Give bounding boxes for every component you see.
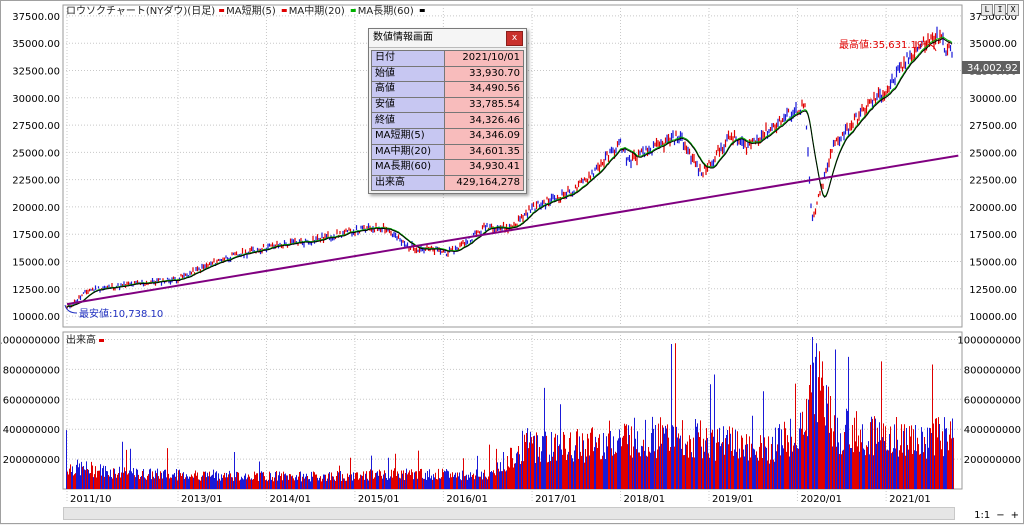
- popup-row-value: 33,785.54: [444, 96, 524, 114]
- popup-row: 安値 33,785.54: [371, 96, 524, 114]
- popup-close-button[interactable]: x: [506, 31, 523, 46]
- x-axis-label: 2018/01: [624, 494, 666, 505]
- price-ytick-label-left: 15000.00: [12, 258, 60, 269]
- x-axis-label: 2016/01: [446, 494, 488, 505]
- popup-row-value: 34,490.56: [444, 81, 524, 98]
- volume-ytick-label-right: 400000000: [964, 425, 1021, 436]
- popup-row-value: 2021/10/01: [444, 50, 524, 67]
- price-ytick-label-left: 12500.00: [12, 285, 60, 296]
- popup-row: MA中期(20) 34,601.35: [371, 143, 524, 161]
- x-axis-label: 2019/01: [712, 494, 754, 505]
- popup-row-label: MA中期(20): [371, 143, 445, 161]
- x-axis-label: 2020/01: [800, 494, 842, 505]
- popup-row-label: 始値: [371, 65, 445, 83]
- zoom-ratio: 1:1: [974, 510, 991, 521]
- popup-row: 出来高 429,164,278: [371, 174, 524, 192]
- zoom-controls: 1:1 − +: [974, 510, 1019, 521]
- volume-ytick-label-right: 200000000: [964, 455, 1021, 466]
- price-ytick-label-right: 35000.00: [969, 39, 1017, 50]
- legend-marker: [419, 9, 425, 12]
- popup-row-label: 終値: [371, 112, 445, 129]
- price-ytick-label-right: 20000.00: [969, 203, 1017, 214]
- popup-row-label: 出来高: [371, 174, 445, 192]
- popup-row-value: 33,930.70: [444, 65, 524, 83]
- popup-row: 高値 34,490.56: [371, 81, 524, 98]
- price-ytick-label-left: 10000.00: [12, 312, 60, 323]
- popup-row-label: 高値: [371, 81, 445, 98]
- x-axis-label: 2015/01: [358, 494, 400, 505]
- volume-ytick-label-left: 800000000: [3, 365, 60, 376]
- popup-row-value: 34,930.41: [444, 159, 524, 176]
- popup-row-value: 34,326.46: [444, 112, 524, 129]
- price-ytick-label-left: 27500.00: [12, 121, 60, 132]
- price-ytick-label-right: 25000.00: [969, 148, 1017, 159]
- popup-title-bar[interactable]: 数値情報画面 x: [369, 29, 526, 48]
- zoom-out-button[interactable]: −: [996, 510, 1004, 521]
- zoom-in-button[interactable]: +: [1011, 510, 1019, 521]
- x-axis-label: 2021/01: [889, 494, 931, 505]
- low-annotation: 最安値:10,738.10: [79, 307, 163, 320]
- price-ytick-label-right: 27500.00: [969, 121, 1017, 132]
- price-ytick-label-right: 12500.00: [969, 285, 1017, 296]
- price-ytick-label-left: 22500.00: [12, 176, 60, 187]
- legend-marker: [350, 9, 356, 12]
- popup-row: 始値 33,930.70: [371, 65, 524, 83]
- price-ytick-label-right: 10000.00: [969, 312, 1017, 323]
- legend-marker: [281, 9, 287, 12]
- window-button-l[interactable]: L: [981, 4, 993, 16]
- last-price-label: 34,002.92: [967, 63, 1018, 74]
- value-info-popup[interactable]: 数値情報画面 x 日付 2021/10/01 始値 33,930.70 高値 34,490…: [368, 28, 527, 195]
- price-ytick-label-left: 37500.00: [12, 12, 60, 23]
- price-ytick-label-left: 35000.00: [12, 39, 60, 50]
- volume-ytick-label-right: 600000000: [964, 395, 1021, 406]
- popup-values-table: 日付 2021/10/01 始値 33,930.70 高値 34,490.56 安値 33,7…: [371, 50, 524, 192]
- price-ytick-label-right: 30000.00: [969, 94, 1017, 105]
- popup-row-value: 34,601.35: [444, 143, 524, 161]
- volume-ytick-label-right: 1000000000: [957, 335, 1021, 346]
- volume-ytick-label-left: 1000000000: [1, 335, 60, 346]
- window-close-button[interactable]: X: [1007, 4, 1019, 16]
- price-ytick-label-left: 20000.00: [12, 203, 60, 214]
- volume-ytick-label-left: 400000000: [3, 425, 60, 436]
- chart-window: 37500.00 35000.00 32500.00 30000.00 27500.00…: [0, 0, 1024, 524]
- high-annotation: 最高値:35,631.19: [839, 38, 923, 51]
- popup-row-value: 34,346.09: [444, 127, 524, 145]
- popup-row-value: 429,164,278: [444, 174, 524, 192]
- legend-item-label: MA短期(5): [226, 4, 276, 17]
- price-ytick-label-left: 32500.00: [12, 66, 60, 77]
- popup-row: 終値 34,326.46: [371, 112, 524, 129]
- x-axis-label: 2011/10: [70, 494, 112, 505]
- popup-row-label: 日付: [371, 50, 445, 67]
- popup-row-label: 安値: [371, 96, 445, 114]
- popup-row-label: MA短期(5): [371, 127, 445, 145]
- volume-ytick-label-left: 200000000: [3, 455, 60, 466]
- price-ytick-label-left: 25000.00: [12, 148, 60, 159]
- volume-legend-marker: [99, 339, 104, 342]
- price-ytick-label-right: 17500.00: [969, 230, 1017, 241]
- window-button-i[interactable]: I: [994, 4, 1006, 16]
- legend-item-label: MA長期(60): [358, 5, 414, 17]
- chart-title: ロウソクチャート(NYダウ)(日足): [66, 4, 215, 17]
- legend-marker: [219, 9, 225, 12]
- popup-row-label: MA長期(60): [371, 159, 445, 176]
- popup-row: 日付 2021/10/01: [371, 50, 524, 67]
- volume-ytick-label-right: 800000000: [964, 365, 1021, 376]
- x-axis-label: 2017/01: [535, 494, 577, 505]
- popup-row: MA長期(60) 34,930.41: [371, 159, 524, 176]
- x-axis-label: 2013/01: [181, 494, 223, 505]
- price-ytick-label-left: 30000.00: [12, 94, 60, 105]
- price-ytick-label-left: 17500.00: [12, 230, 60, 241]
- popup-title: 数値情報画面: [373, 32, 433, 43]
- window-buttons: L I X: [981, 4, 1019, 16]
- popup-row: MA短期(5) 34,346.09: [371, 127, 524, 145]
- price-ytick-label-right: 22500.00: [969, 176, 1017, 187]
- volume-ytick-label-left: 600000000: [3, 395, 60, 406]
- legend-item-label: MA中期(20): [289, 4, 345, 17]
- horizontal-scrollbar[interactable]: [63, 507, 955, 520]
- x-axis-label: 2014/01: [269, 494, 311, 505]
- price-ytick-label-right: 15000.00: [969, 258, 1017, 269]
- volume-label: 出来高: [66, 333, 96, 346]
